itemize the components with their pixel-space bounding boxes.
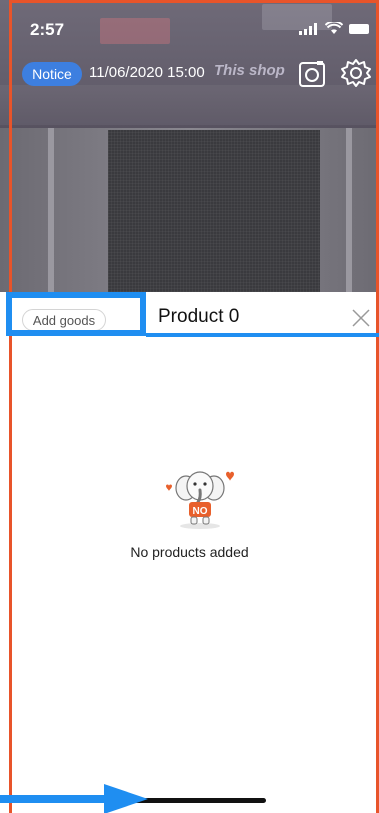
store-sign [100, 18, 170, 44]
dark-panel [108, 130, 320, 292]
product-count-title: Product 0 [158, 306, 240, 327]
gear-icon[interactable] [340, 57, 372, 89]
notice-datetime: 11/06/2020 15:00 [89, 64, 205, 81]
shop-logo: This shop [214, 62, 285, 79]
add-goods-button[interactable]: Add goods [22, 309, 106, 331]
signal-icon [299, 22, 317, 35]
pillar [346, 128, 352, 292]
camera-preview [0, 0, 379, 292]
no-badge-text: NO [193, 506, 208, 517]
shelf-band [0, 85, 379, 125]
close-icon[interactable] [351, 308, 371, 328]
camera-switch-icon[interactable] [297, 59, 327, 89]
status-icons [299, 22, 371, 35]
empty-elephant-icon: NO [166, 471, 234, 529]
sheet-header: Add goods Product 0 [0, 292, 379, 340]
notice-badge[interactable]: Notice [22, 62, 82, 86]
battery-icon [349, 23, 369, 34]
pillar [48, 128, 54, 292]
empty-message: No products added [130, 544, 249, 560]
home-indicator[interactable] [130, 798, 266, 803]
product-sheet: Add goods Product 0 NO No products added [0, 292, 379, 813]
status-time: 2:57 [30, 20, 65, 39]
wifi-icon [325, 22, 343, 34]
